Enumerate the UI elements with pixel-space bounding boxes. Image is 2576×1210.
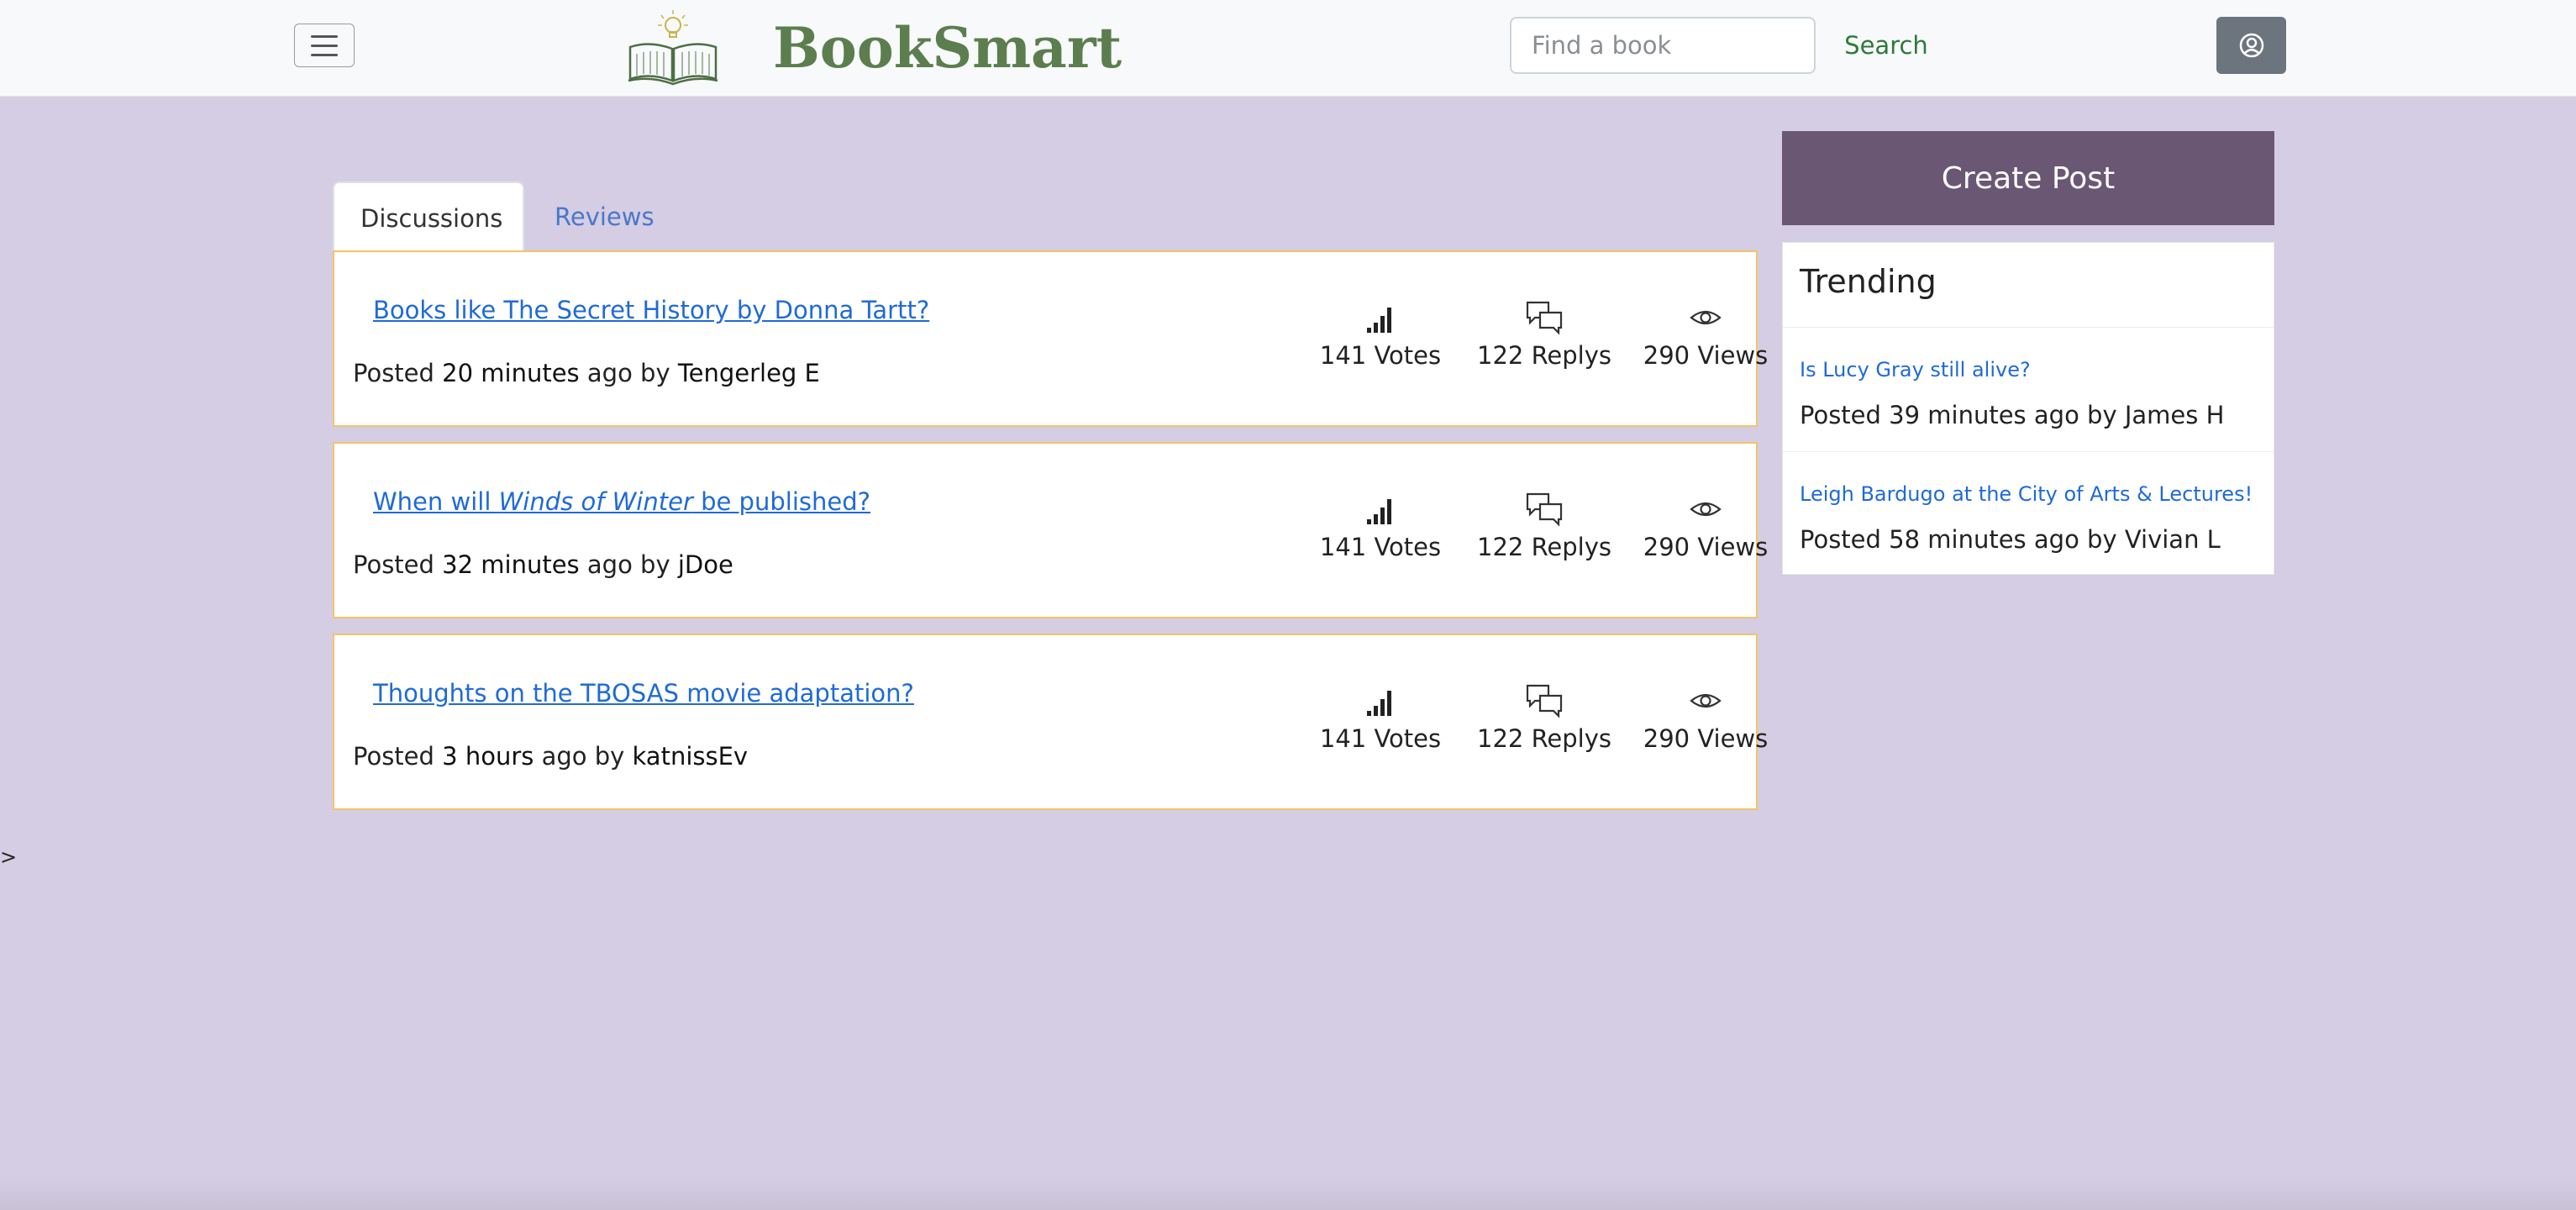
posted-label: Posted xyxy=(353,742,434,771)
post-meta: Posted 32 minutes ago by jDoe xyxy=(353,550,733,579)
replies-stat: 122 Replys xyxy=(1460,682,1628,753)
replies-stat: 122 Replys xyxy=(1460,299,1628,370)
votes-count: 141 Votes xyxy=(1319,724,1442,753)
trending-post-meta: Posted 39 minutes ago by James H xyxy=(1800,401,2224,429)
post-meta: Posted 3 hours ago by katnissEv xyxy=(353,742,748,771)
trending-panel: Trending Is Lucy Gray still alive? Poste… xyxy=(1782,242,2274,575)
search-button[interactable]: Search xyxy=(1832,17,1941,74)
ago-by-label: ago by xyxy=(2033,525,2117,554)
title-text: When will xyxy=(373,487,499,516)
user-circle-icon xyxy=(2239,33,2263,58)
discussion-title-link[interactable]: Thoughts on the TBOSAS movie adaptation? xyxy=(373,679,914,708)
chat-bubbles-icon xyxy=(1526,301,1563,335)
posted-label: Posted xyxy=(1800,401,1881,429)
title-text: Thoughts on the TBOSAS movie adaptation? xyxy=(373,679,914,708)
posted-label: Posted xyxy=(353,359,434,387)
chat-bubbles-icon xyxy=(1526,492,1563,527)
signal-bars-icon xyxy=(1367,691,1391,716)
eye-icon xyxy=(1690,502,1722,517)
stray-text: > xyxy=(0,845,18,869)
divider xyxy=(1783,327,2274,328)
votes-stat: 141 Votes xyxy=(1309,491,1452,561)
signal-bars-icon xyxy=(1367,499,1391,524)
post-time: 3 hours xyxy=(442,742,534,771)
hamburger-icon xyxy=(311,44,338,47)
tab-discussions[interactable]: Discussions xyxy=(333,182,524,252)
title-text: Books like The Secret History by Donna T… xyxy=(373,296,930,324)
tab-reviews[interactable]: Reviews xyxy=(528,182,681,252)
votes-stat: 141 Votes xyxy=(1309,299,1452,370)
replies-stat: 122 Replys xyxy=(1460,491,1628,561)
posted-label: Posted xyxy=(1800,525,1881,554)
profile-button[interactable] xyxy=(2216,17,2286,74)
ago-by-label: ago by xyxy=(586,550,670,579)
menu-toggle-button[interactable] xyxy=(294,24,355,67)
discussion-card: Books like The Secret History by Donna T… xyxy=(333,250,1768,427)
views-count: 290 Views xyxy=(1643,341,1769,370)
post-author: Tengerleg E xyxy=(677,359,820,387)
views-stat: 290 Views xyxy=(1622,491,1790,561)
discussion-card: Thoughts on the TBOSAS movie adaptation?… xyxy=(333,634,1768,810)
post-time: 32 minutes xyxy=(442,550,580,579)
hamburger-icon xyxy=(311,53,338,56)
trending-post-meta: Posted 58 minutes ago by Vivian L xyxy=(1800,525,2221,554)
views-stat: 290 Views xyxy=(1622,299,1790,370)
replies-count: 122 Replys xyxy=(1477,533,1611,561)
hamburger-icon xyxy=(311,34,338,38)
brand-title[interactable]: BookSmart xyxy=(773,10,1122,86)
votes-stat: 141 Votes xyxy=(1309,682,1452,753)
title-text: be published? xyxy=(692,487,871,516)
divider xyxy=(1783,451,2274,452)
post-author: katnissEv xyxy=(632,742,749,771)
posted-label: Posted xyxy=(353,550,434,579)
trending-post-link[interactable]: Is Lucy Gray still alive? xyxy=(1800,358,2031,381)
ago-by-label: ago by xyxy=(541,742,625,771)
post-author: Vivian L xyxy=(2124,525,2221,554)
trending-title: Trending xyxy=(1800,263,1937,300)
replies-count: 122 Replys xyxy=(1477,724,1611,753)
search-input[interactable] xyxy=(1510,17,1816,74)
ago-by-label: ago by xyxy=(2033,401,2117,429)
ago-by-label: ago by xyxy=(586,359,670,387)
trending-post-link[interactable]: Leigh Bardugo at the City of Arts & Lect… xyxy=(1800,482,2253,506)
post-meta: Posted 20 minutes ago by Tengerleg E xyxy=(353,359,820,387)
post-author: James H xyxy=(2124,401,2225,429)
votes-count: 141 Votes xyxy=(1319,341,1442,370)
signal-bars-icon xyxy=(1367,308,1391,333)
bottom-shadow xyxy=(0,1176,2576,1210)
post-time: 39 minutes xyxy=(1889,401,2027,429)
post-author: jDoe xyxy=(677,550,733,579)
discussion-title-link[interactable]: Books like The Secret History by Donna T… xyxy=(373,296,929,324)
eye-icon xyxy=(1690,693,1722,708)
create-post-button[interactable]: Create Post xyxy=(1782,131,2274,225)
title-italic-text: Winds of Winter xyxy=(498,487,693,516)
post-time: 58 minutes xyxy=(1889,525,2027,554)
chat-bubbles-icon xyxy=(1526,684,1563,718)
discussion-card: When will Winds of Winter be published? … xyxy=(333,442,1768,618)
views-count: 290 Views xyxy=(1643,724,1769,753)
views-stat: 290 Views xyxy=(1622,682,1790,753)
eye-icon xyxy=(1690,310,1722,325)
navbar: BookSmart Search xyxy=(0,0,2576,97)
views-count: 290 Views xyxy=(1643,533,1769,561)
votes-count: 141 Votes xyxy=(1319,533,1442,561)
post-time: 20 minutes xyxy=(442,359,580,387)
book-logo-icon[interactable] xyxy=(623,7,723,87)
replies-count: 122 Replys xyxy=(1477,341,1611,370)
discussion-title-link[interactable]: When will Winds of Winter be published? xyxy=(373,487,870,516)
